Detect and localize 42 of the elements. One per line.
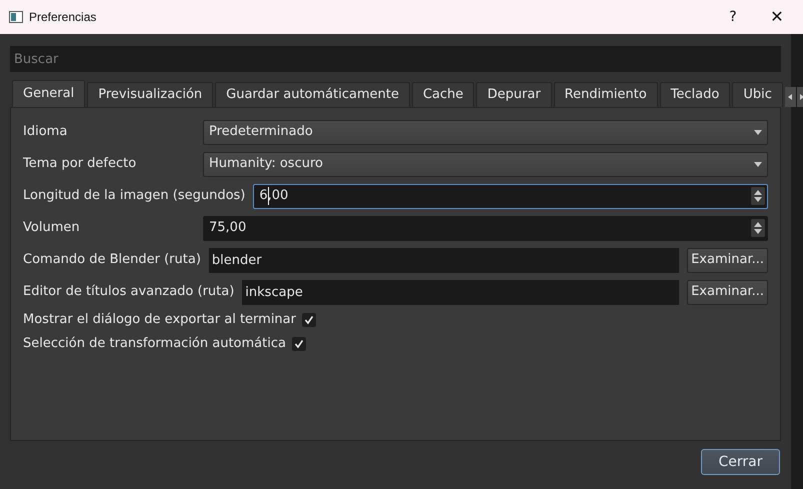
path-field[interactable]: inkscape — [242, 280, 680, 304]
dropdown[interactable]: Predeterminado — [203, 120, 768, 144]
close-dialog-button[interactable]: Cerrar — [701, 449, 780, 475]
tab[interactable]: Teclado — [660, 82, 730, 107]
setting-label: Longitud de la imagen (segundos) — [23, 187, 246, 206]
dropdown[interactable]: Humanity: oscuro — [203, 152, 768, 176]
tab[interactable]: Rendimiento — [554, 82, 658, 107]
setting-label: Idioma — [23, 123, 68, 142]
setting-label: Tema por defecto — [23, 155, 138, 174]
tab[interactable]: Ubic — [732, 82, 783, 107]
down-arrow-icon[interactable] — [754, 130, 762, 134]
tab[interactable]: Guardar automáticamente — [215, 82, 410, 107]
down-arrow-icon[interactable] — [754, 197, 762, 202]
up-arrow-icon[interactable] — [754, 190, 762, 195]
right-arrow-icon — [800, 94, 803, 100]
left-arrow-icon — [788, 94, 792, 100]
app-icon — [9, 11, 23, 23]
tab[interactable]: Cache — [412, 82, 474, 107]
down-arrow-icon[interactable] — [754, 162, 762, 166]
tab[interactable]: Depurar — [476, 82, 552, 107]
down-arrow-icon[interactable] — [754, 229, 762, 234]
tab[interactable]: Previsualización — [87, 82, 214, 107]
checkbox-label: Selección de transformación automática — [23, 335, 286, 354]
checkbox-label: Mostrar el diálogo de exportar al terminar — [23, 311, 296, 330]
path-field[interactable]: blender — [208, 248, 680, 272]
setting-label: Volumen — [23, 219, 81, 238]
window-title: Preferencias — [29, 9, 98, 26]
checkmark-icon — [304, 315, 314, 325]
scroll-left-button[interactable] — [784, 87, 796, 107]
browse-button[interactable]: Examinar... — [687, 248, 768, 272]
tab[interactable]: General — [12, 80, 86, 107]
checkbox[interactable] — [302, 313, 316, 327]
checkmark-icon — [294, 339, 304, 349]
help-button[interactable]: ? — [711, 0, 755, 34]
search-field[interactable]: Buscar — [10, 46, 781, 72]
spin-field[interactable]: 75,00 — [203, 216, 768, 240]
close-button[interactable]: ✕ — [755, 0, 799, 34]
setting-label: Comando de Blender (ruta) — [23, 251, 202, 270]
browse-button[interactable]: Examinar... — [687, 280, 768, 304]
up-arrow-icon[interactable] — [754, 222, 762, 227]
checkbox[interactable] — [292, 337, 306, 351]
setting-label: Editor de títulos avanzado (ruta) — [23, 283, 236, 302]
